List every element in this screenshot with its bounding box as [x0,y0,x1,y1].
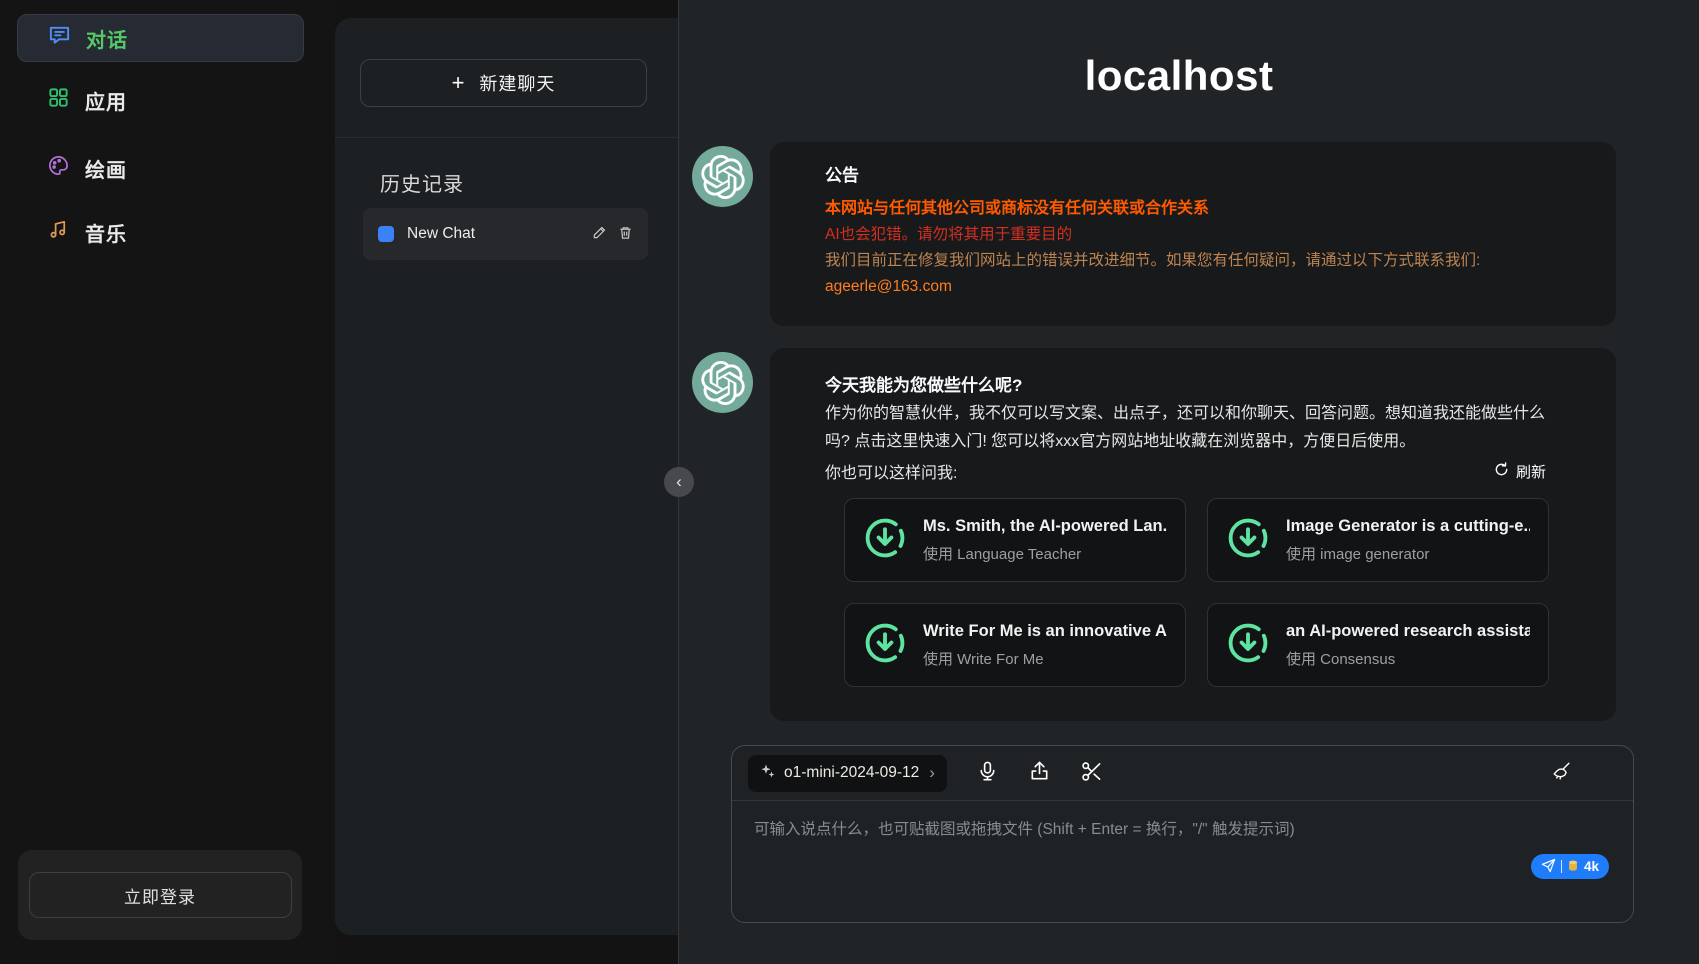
message-input[interactable]: 可输入说点什么，也可贴截图或拖拽文件 (Shift + Enter = 换行，"… [732,801,1633,923]
scissors-icon [1080,760,1103,786]
chat-title: New Chat [407,225,592,243]
paper-plane-icon [1541,858,1556,876]
download-circle-icon [1226,516,1270,565]
grid-icon [47,86,70,114]
announcement-line: AI也会犯错。请勿将其用于重要目的 [825,222,1546,248]
broom-icon [1551,761,1573,786]
plus-icon: + [452,70,466,96]
panel-divider [335,137,678,138]
pencil-icon [592,225,607,243]
sidebar: 对话 应用 绘画 [0,0,335,964]
announcement-heading: 公告 [825,162,1546,190]
announcement-line: 本网站与任何其他公司或商标没有任何关联或合作关系 [825,196,1546,222]
chat-bubble-icon [48,24,71,52]
assistant-avatar [692,146,753,207]
trash-icon [618,225,633,243]
refresh-icon [1494,462,1509,481]
suggestion-title: an AI-powered research assista... [1286,622,1530,641]
suggestion-subtitle: 使用 Language Teacher [923,543,1167,564]
page-title: localhost [679,52,1679,100]
send-button[interactable]: 4k [1531,854,1609,879]
refresh-label: 刷新 [1516,461,1546,482]
app-window: 对话 应用 绘画 [0,0,1699,964]
suggestion-cards: Ms. Smith, the AI-powered Lan... 使用 Lang… [844,498,1546,687]
sidebar-item-label: 绘画 [85,154,127,183]
chat-list-panel: + 新建聊天 历史记录 New Chat [335,18,678,935]
model-selector[interactable]: o1-mini-2024-09-12 › [748,755,947,792]
model-name: o1-mini-2024-09-12 [784,764,919,782]
clear-context-button[interactable] [1551,761,1573,786]
sidebar-item-chat[interactable]: 对话 [17,14,304,62]
suggestion-card[interactable]: an AI-powered research assista... 使用 Con… [1207,603,1549,687]
history-item[interactable]: New Chat [363,208,648,260]
sidebar-item-label: 对话 [86,24,128,53]
suggestion-card[interactable]: Image Generator is a cutting-e... 使用 ima… [1207,498,1549,582]
music-note-icon [47,218,70,246]
sidebar-item-music[interactable]: 音乐 [17,208,304,256]
composer: o1-mini-2024-09-12 › [731,745,1634,923]
delete-chat-button[interactable] [618,225,633,243]
input-placeholder: 可输入说点什么，也可贴截图或拖拽文件 (Shift + Enter = 换行，"… [754,821,1295,838]
sidebar-item-apps[interactable]: 应用 [17,76,304,124]
divider [1561,860,1562,873]
sidebar-item-label: 音乐 [85,218,127,247]
microphone-icon [976,760,999,786]
suggestion-title: Write For Me is an innovative A... [923,622,1167,641]
main-chat-area: localhost 公告 本网站与任何其他公司或商标没有任何关联或合作关系 AI… [679,0,1699,964]
voice-input-button[interactable] [976,760,999,786]
contact-email-link[interactable]: ageerle@163.com [825,274,1546,300]
assistant-avatar [692,352,753,413]
sidebar-item-draw[interactable]: 绘画 [17,144,304,192]
upload-icon [1028,760,1051,786]
coin-icon [1567,859,1579,875]
suggestion-title: Image Generator is a cutting-e... [1286,517,1530,536]
screenshot-button[interactable] [1080,760,1103,786]
suggestion-subtitle: 使用 Consensus [1286,648,1530,669]
download-circle-icon [863,621,907,670]
suggestion-card[interactable]: Ms. Smith, the AI-powered Lan... 使用 Lang… [844,498,1186,582]
chevron-right-icon: › [929,763,935,783]
token-count-badge: 4k [1584,859,1599,874]
collapse-panel-button[interactable]: ‹ [664,467,694,497]
palette-icon [47,154,70,182]
welcome-heading: 今天我能为您做些什么呢? [825,372,1546,400]
suggestion-subtitle: 使用 image generator [1286,543,1530,564]
sidebar-item-label: 应用 [85,86,127,115]
announcement-message: 公告 本网站与任何其他公司或商标没有任何关联或合作关系 AI也会犯错。请勿将其用… [770,142,1616,326]
ask-hint: 你也可以这样问我: [825,459,957,483]
openai-logo-icon [701,361,745,405]
chevron-left-icon: ‹ [676,472,682,492]
download-circle-icon [863,516,907,565]
upload-file-button[interactable] [1028,760,1051,786]
login-button[interactable]: 立即登录 [29,872,292,918]
login-card: 立即登录 [18,850,302,940]
download-circle-icon [1226,621,1270,670]
openai-logo-icon [701,155,745,199]
sparkle-icon [760,763,776,784]
new-chat-label: 新建聊天 [479,70,555,96]
suggestion-card[interactable]: Write For Me is an innovative A... 使用 Wr… [844,603,1186,687]
welcome-message: 今天我能为您做些什么呢? 作为你的智慧伙伴，我不仅可以写文案、出点子，还可以和你… [770,348,1616,721]
history-title: 历史记录 [380,168,464,197]
refresh-suggestions-button[interactable]: 刷新 [1494,461,1546,482]
welcome-body: 作为你的智慧伙伴，我不仅可以写文案、出点子，还可以和你聊天、回答问题。想知道我还… [825,400,1546,456]
edit-chat-button[interactable] [592,225,607,243]
suggestion-subtitle: 使用 Write For Me [923,648,1167,669]
chat-color-dot [378,226,394,242]
announcement-line: 我们目前正在修复我们网站上的错误并改进细节。如果您有任何疑问，请通过以下方式联系… [825,248,1546,274]
new-chat-button[interactable]: + 新建聊天 [360,59,647,107]
suggestion-title: Ms. Smith, the AI-powered Lan... [923,517,1167,536]
composer-toolbar: o1-mini-2024-09-12 › [732,746,1633,801]
